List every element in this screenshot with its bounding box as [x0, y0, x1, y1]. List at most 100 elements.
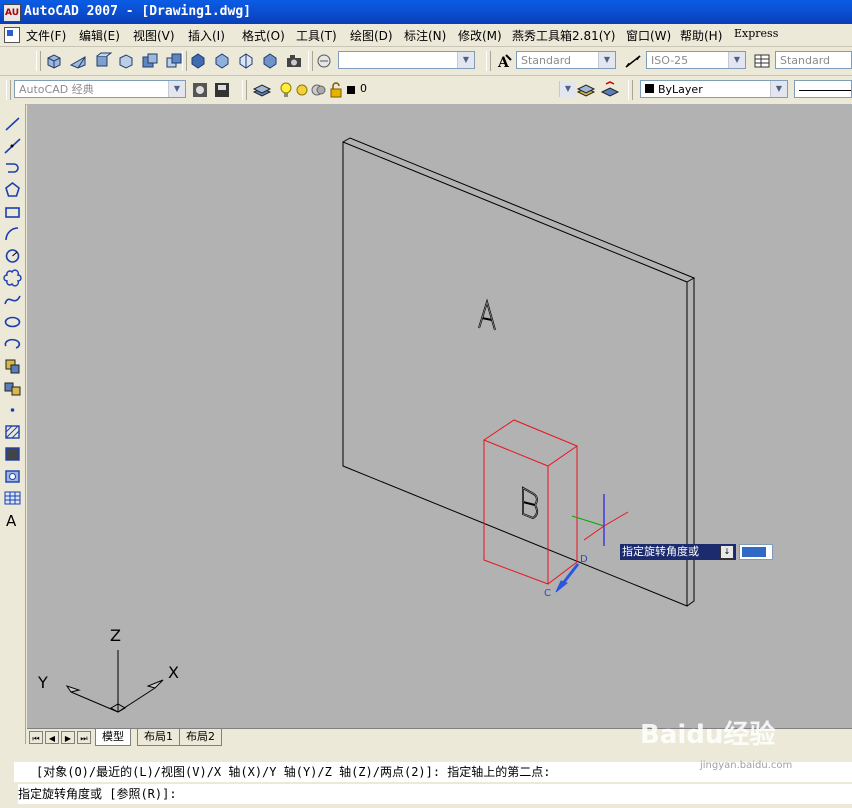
dynamic-input-prompt: 指定旋转角度或	[620, 544, 736, 560]
menu-file[interactable]: 文件(F)	[26, 27, 66, 44]
chevron-down-icon: ▼	[598, 52, 615, 68]
layer-color-swatch-icon	[342, 80, 362, 100]
line-icon[interactable]	[2, 114, 23, 134]
tab-layout1[interactable]: 布局1	[137, 729, 180, 746]
presspull-icon[interactable]	[116, 51, 136, 71]
region-icon[interactable]	[2, 466, 23, 486]
menu-modify[interactable]: 修改(M)	[458, 27, 502, 44]
interfere-icon[interactable]	[260, 51, 280, 71]
globe-icon[interactable]	[314, 51, 334, 71]
sweep-icon[interactable]	[140, 51, 160, 71]
spline-icon[interactable]	[2, 290, 23, 310]
modeling-toolbar: ▼ A Standard ▼ ISO-25 ▼ Standard	[0, 47, 852, 76]
menu-help[interactable]: 帮助(H)	[680, 27, 722, 44]
table-style-icon[interactable]	[752, 51, 772, 71]
document-icon[interactable]	[4, 27, 20, 43]
wedge-icon[interactable]	[68, 51, 88, 71]
color-combo[interactable]: ByLayer ▼	[640, 80, 788, 98]
chevron-down-icon: ▼	[559, 81, 576, 97]
baidu-watermark-url: jingyan.baidu.com	[700, 760, 793, 771]
workspace-combo[interactable]: AutoCAD 经典 ▼	[14, 80, 186, 98]
viewport-freeze-icon[interactable]	[308, 80, 328, 100]
box-icon[interactable]	[44, 51, 64, 71]
text-style-combo[interactable]: Standard ▼	[516, 51, 616, 69]
linetype-combo[interactable]	[794, 80, 852, 98]
menu-tools[interactable]: 工具(T)	[296, 27, 337, 44]
save-workspace-icon[interactable]	[212, 80, 232, 100]
make-object-layer-current-icon[interactable]	[576, 80, 596, 100]
construction-line-icon[interactable]	[2, 136, 23, 156]
gradient-icon[interactable]	[2, 444, 23, 464]
tab-model[interactable]: 模型	[95, 729, 131, 746]
table-style-combo[interactable]: Standard	[775, 51, 852, 69]
angle-input-field[interactable]	[739, 544, 773, 560]
label-a-outline	[478, 298, 496, 331]
dim-style-value: ISO-25	[651, 54, 689, 67]
menu-dimension[interactable]: 标注(N)	[404, 27, 446, 44]
menu-express[interactable]: Express	[734, 27, 778, 40]
arc-icon[interactable]	[2, 224, 23, 244]
menu-insert[interactable]: 插入(I)	[188, 27, 225, 44]
text-style-icon[interactable]: A	[494, 51, 514, 71]
ellipse-icon[interactable]	[2, 312, 23, 332]
menu-window[interactable]: 窗口(W)	[626, 27, 671, 44]
ucs-z-label: Z	[110, 626, 121, 645]
ellipse-arc-icon[interactable]	[2, 334, 23, 354]
blank-combo[interactable]: ▼	[338, 51, 475, 69]
window-title: AutoCAD 2007 - [Drawing1.dwg]	[24, 4, 251, 19]
last-tab-icon[interactable]: ⏭	[77, 731, 91, 744]
model-space-canvas: C D Z Y X	[37, 137, 696, 713]
linetype-sample	[799, 89, 851, 91]
ucs-x-label: X	[168, 663, 179, 682]
table-icon[interactable]	[2, 488, 23, 508]
intersect-icon[interactable]	[236, 51, 256, 71]
point-c-label: C	[544, 588, 551, 599]
prev-tab-icon[interactable]: ◀	[45, 731, 59, 744]
hatch-icon[interactable]	[2, 422, 23, 442]
drawing-viewport[interactable]: C D Z Y X	[27, 104, 852, 730]
color-swatch-icon	[645, 84, 654, 93]
label-b-outline	[522, 486, 539, 520]
tab-layout2[interactable]: 布局2	[179, 729, 222, 746]
ucs-y-label: Y	[37, 673, 48, 692]
point-icon[interactable]	[2, 400, 23, 420]
color-value: ByLayer	[658, 83, 703, 96]
layer-previous-icon[interactable]	[600, 80, 620, 100]
workspace-settings-icon[interactable]	[190, 80, 210, 100]
chevron-down-icon: ▼	[728, 52, 745, 68]
block-b	[482, 419, 579, 585]
camera-icon[interactable]	[284, 51, 304, 71]
menu-edit[interactable]: 编辑(E)	[79, 27, 120, 44]
dynamic-input-prompt-text: 指定旋转角度或	[622, 545, 699, 558]
dim-style-icon[interactable]	[623, 51, 643, 71]
layer-combo[interactable]: ▼	[360, 80, 576, 98]
autocad-app-icon[interactable]: AU	[3, 4, 21, 22]
svg-text:A: A	[6, 512, 17, 530]
union-icon[interactable]	[188, 51, 208, 71]
revision-cloud-icon[interactable]	[2, 268, 23, 288]
title-bar: AU AutoCAD 2007 - [Drawing1.dwg]	[0, 0, 852, 24]
draw-toolbar: A	[0, 104, 26, 744]
menu-draw[interactable]: 绘图(D)	[350, 27, 393, 44]
insert-block-icon[interactable]	[2, 356, 23, 376]
first-tab-icon[interactable]: ⏮	[29, 731, 43, 744]
next-tab-icon[interactable]: ▶	[61, 731, 75, 744]
layers-toolbar: AutoCAD 经典 ▼ 0 ▼ ByLayer ▼	[0, 76, 852, 105]
circle-icon[interactable]	[2, 246, 23, 266]
layer-properties-icon[interactable]	[252, 80, 272, 100]
command-input-line[interactable]: 指定旋转角度或 [参照(R)]:	[18, 784, 852, 804]
multiline-text-icon[interactable]: A	[2, 510, 23, 530]
extrude-icon[interactable]	[92, 51, 113, 71]
loft-icon[interactable]	[164, 51, 184, 71]
make-block-icon[interactable]	[2, 378, 23, 398]
polygon-icon[interactable]	[2, 180, 23, 200]
rectangle-icon[interactable]	[2, 202, 23, 222]
menu-format[interactable]: 格式(O)	[242, 27, 285, 44]
subtract-icon[interactable]	[212, 51, 232, 71]
menu-view[interactable]: 视图(V)	[133, 27, 175, 44]
command-window: [对象(O)/最近的(L)/视图(V)/X 轴(X)/Y 轴(Y)/Z 轴(Z)…	[0, 748, 852, 808]
polyline-icon[interactable]	[2, 158, 23, 178]
options-arrow-icon[interactable]: ↓	[720, 545, 734, 559]
dim-style-combo[interactable]: ISO-25 ▼	[646, 51, 746, 69]
menu-yanxiu-toolbox[interactable]: 燕秀工具箱2.81(Y)	[512, 27, 615, 44]
